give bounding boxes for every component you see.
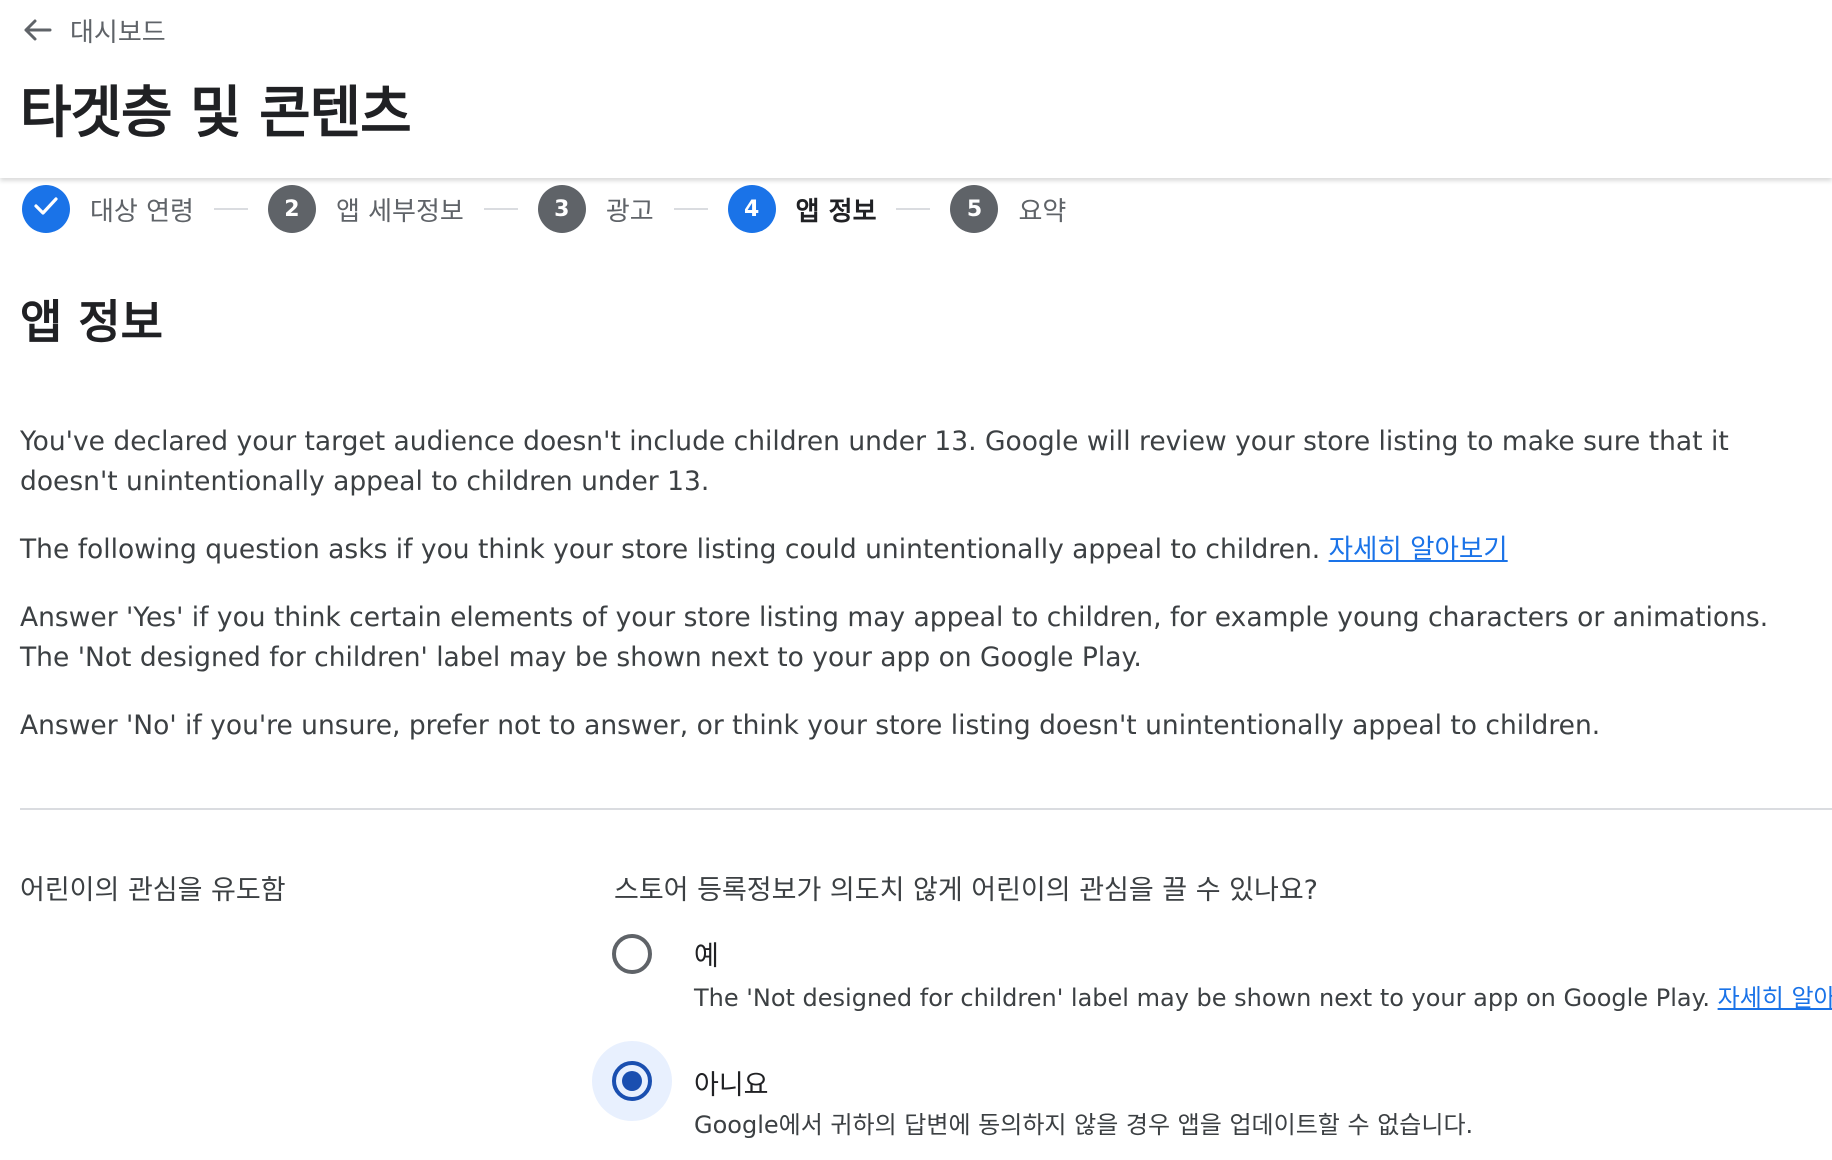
yes-guidance-paragraph: Answer 'Yes' if you think certain elemen… (20, 602, 1769, 673)
step-connector (673, 208, 708, 210)
step-app-info[interactable]: 4 앱 정보 (727, 185, 877, 233)
radio-circle (612, 1061, 652, 1101)
option-no-label: 아니요 (694, 1070, 769, 1101)
step-label: 앱 세부정보 (335, 196, 464, 227)
step-connector (896, 208, 931, 210)
step-number: 4 (727, 185, 776, 233)
step-target-age[interactable]: 대상 연령 (22, 185, 194, 233)
appeal-question: 스토어 등록정보가 의도치 않게 어린이의 관심을 끌 수 있나요? (614, 875, 1318, 906)
question-info-paragraph: The following question asks if you think… (20, 530, 1820, 570)
stepper: 대상 연령 2 앱 세부정보 3 광고 4 앱 정보 5 요약 (22, 184, 1066, 234)
field-label: 어린이의 관심을 유도함 (20, 875, 286, 906)
step-connector (483, 208, 518, 210)
page-title: 타겟층 및 콘텐츠 (20, 81, 412, 146)
step-label: 대상 연령 (90, 196, 194, 227)
no-guidance-paragraph: Answer 'No' if you're unsure, prefer not… (20, 710, 1601, 741)
step-label: 요약 (1018, 196, 1067, 227)
option-yes-label: 예 (694, 941, 719, 972)
step-number: 2 (267, 185, 316, 233)
option-no-description: Google에서 귀하의 답변에 동의하지 않을 경우 앱을 업데이트할 수 없… (694, 1111, 1474, 1139)
step-complete-circle (22, 185, 70, 233)
divider (20, 808, 1832, 810)
page-header: 대시보드 타겟층 및 콘텐츠 (0, 0, 1832, 178)
step-number: 3 (537, 185, 586, 233)
step-summary[interactable]: 5 요약 (950, 185, 1066, 233)
section-title: 앱 정보 (20, 295, 163, 349)
step-label: 광고 (605, 196, 654, 227)
question-info-text: The following question asks if you think… (20, 534, 1329, 565)
option-yes-description: The 'Not designed for children' label ma… (694, 978, 1832, 1013)
arrow-left-icon (22, 18, 52, 42)
step-connector (213, 208, 248, 210)
step-number: 5 (950, 185, 999, 233)
step-ads[interactable]: 3 광고 (537, 185, 654, 233)
learn-more-link[interactable]: 자세히 알아보기 (1329, 534, 1508, 565)
check-icon (33, 195, 59, 223)
back-label: 대시보드 (70, 17, 166, 48)
radio-yes[interactable] (592, 914, 672, 994)
option-yes-description-text: The 'Not designed for children' label ma… (694, 984, 1718, 1012)
option-yes-learn-more-link[interactable]: 자세히 알아보기 (1718, 984, 1832, 1012)
radio-dot (622, 1071, 642, 1091)
step-label: 앱 정보 (795, 196, 877, 227)
back-to-dashboard-link[interactable]: 대시보드 (22, 10, 166, 50)
intro-paragraph: You've declared your target audience doe… (20, 426, 1729, 497)
step-app-details[interactable]: 2 앱 세부정보 (267, 185, 464, 233)
radio-no[interactable] (592, 1041, 672, 1121)
radio-circle (612, 934, 652, 974)
